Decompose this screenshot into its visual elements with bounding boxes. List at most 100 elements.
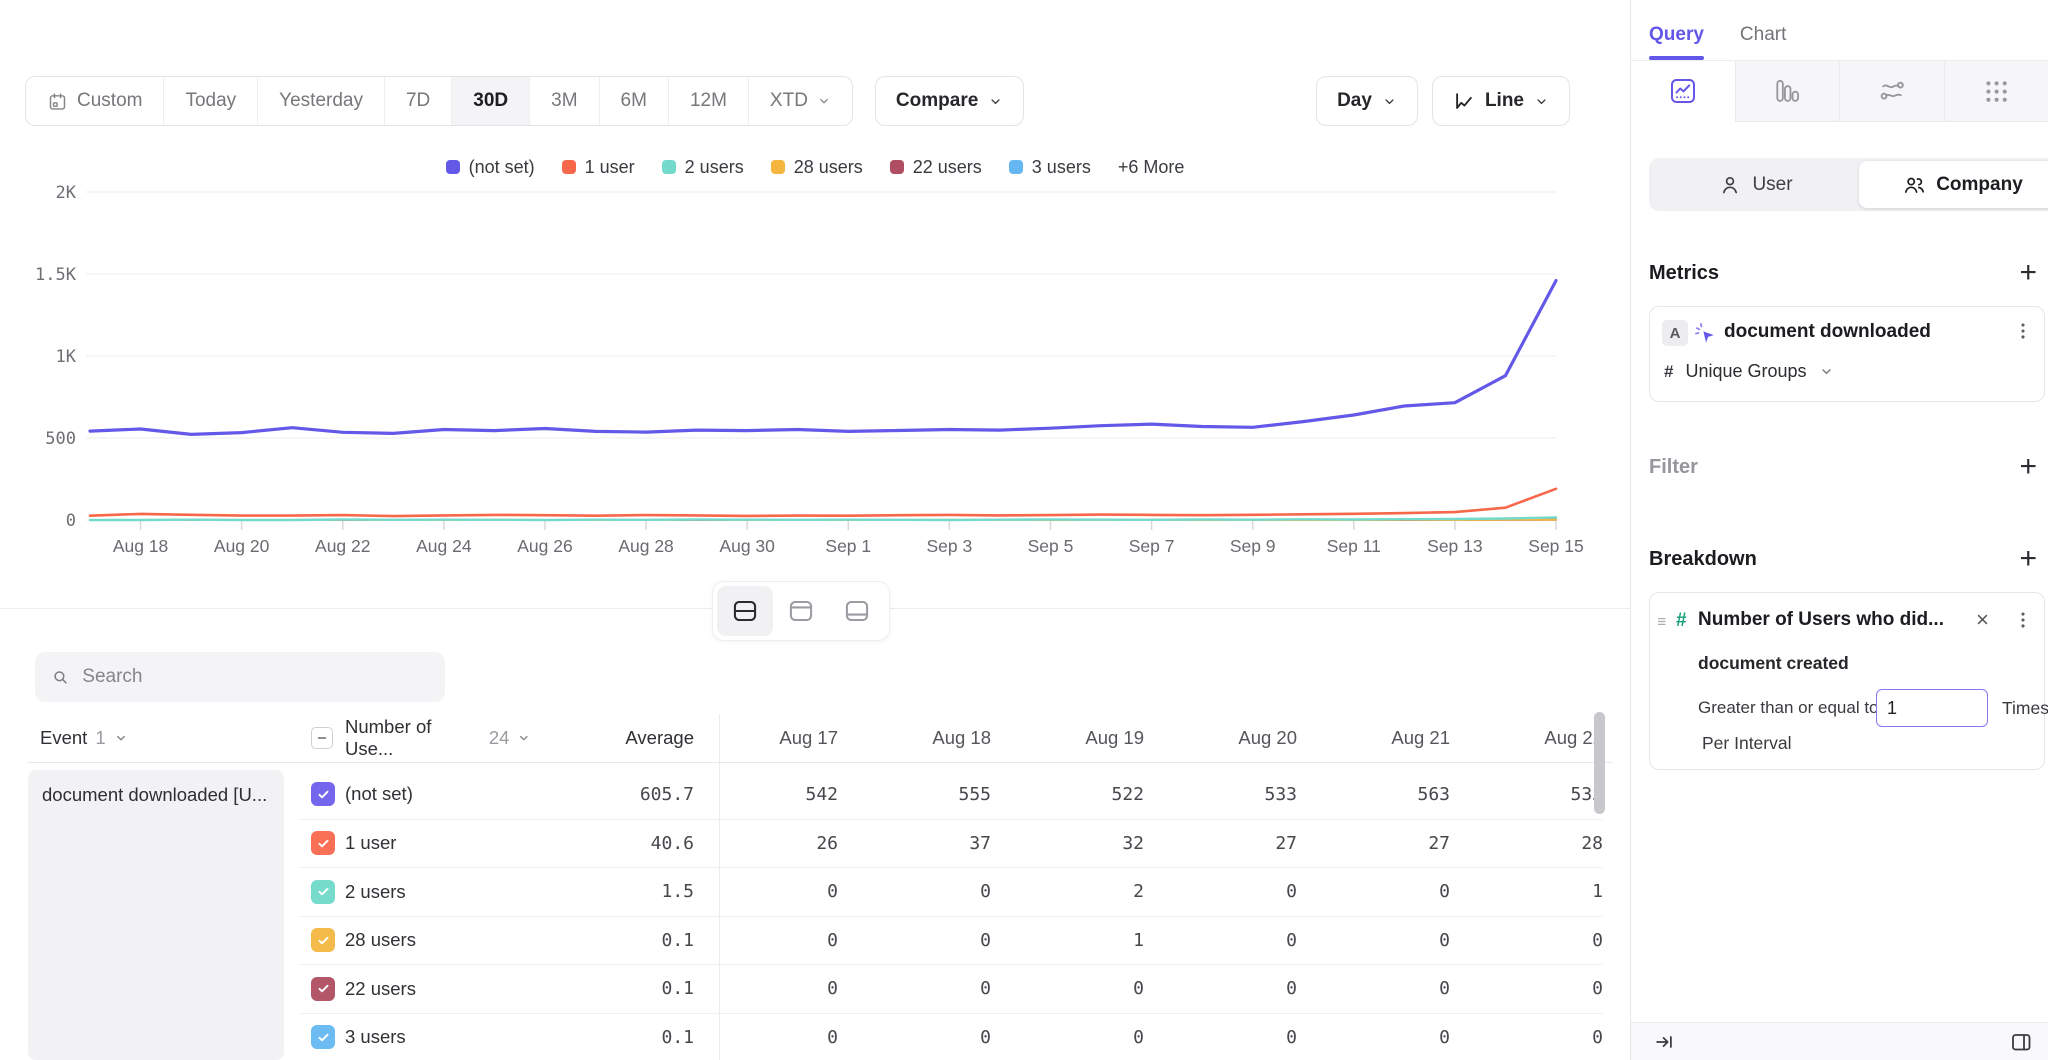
chart-style-button[interactable]: Line: [1432, 76, 1570, 126]
row-cell-value: 0: [1297, 978, 1450, 999]
row-average-value: 605.7: [531, 784, 694, 805]
series-checkbox[interactable]: [311, 782, 335, 806]
y-axis-label: 1.5K: [35, 265, 77, 285]
legend-item[interactable]: (not set): [446, 157, 535, 178]
range-custom-button[interactable]: Custom: [26, 77, 163, 125]
legend-label: 22 users: [913, 157, 982, 178]
date-column-header[interactable]: Aug 21: [1297, 727, 1450, 749]
chart-type-stickiness-tab[interactable]: [1839, 61, 1944, 122]
layout-split-view-button[interactable]: [717, 586, 773, 636]
date-column-header[interactable]: Aug 20: [1144, 727, 1297, 749]
add-filter-button[interactable]: +: [2019, 452, 2037, 482]
metric-event-name[interactable]: document downloaded: [1724, 321, 1931, 343]
layout-chart-only-button[interactable]: [773, 586, 829, 636]
range-label: Yesterday: [279, 90, 363, 112]
breakdown-count: 24: [489, 727, 510, 749]
legend-label: (not set): [469, 157, 535, 178]
x-axis-label: Aug 24: [416, 536, 472, 556]
series-line-1 user[interactable]: [90, 489, 1556, 516]
breakdown-event-name[interactable]: document created: [1698, 653, 1849, 674]
legend-more[interactable]: +6 More: [1118, 157, 1185, 178]
row-label[interactable]: 1 user: [345, 832, 531, 854]
drag-handle-icon[interactable]: [1655, 613, 1672, 630]
chart-type-more-tab[interactable]: [1944, 61, 2048, 122]
row-average-value: 0.1: [531, 1027, 694, 1048]
legend-item[interactable]: 28 users: [771, 157, 863, 178]
layout-table-only-button[interactable]: [829, 586, 885, 636]
row-cell-value: 26: [694, 833, 838, 854]
range-3m-button[interactable]: 3M: [529, 77, 598, 125]
legend-item[interactable]: 1 user: [562, 157, 635, 178]
row-label[interactable]: 2 users: [345, 881, 531, 903]
breakdown-column-header[interactable]: Number of Use... 24: [345, 716, 531, 760]
legend-swatch: [771, 160, 785, 174]
average-column-header[interactable]: Average: [531, 727, 694, 749]
collapse-panel-button[interactable]: [1653, 1031, 1675, 1053]
table-search: [35, 652, 445, 702]
row-cell-value: 0: [1144, 978, 1297, 999]
range-7d-button[interactable]: 7D: [384, 77, 451, 125]
row-label[interactable]: 3 users: [345, 1026, 531, 1048]
legend-swatch: [662, 160, 676, 174]
date-column-header[interactable]: Aug 19: [991, 727, 1144, 749]
row-cell-value: 32: [991, 833, 1144, 854]
range-xtd-button[interactable]: XTD: [748, 77, 852, 125]
range-6m-button[interactable]: 6M: [599, 77, 668, 125]
legend-item[interactable]: 2 users: [662, 157, 744, 178]
remove-breakdown-button[interactable]: [1973, 610, 1992, 629]
date-column-header[interactable]: Aug 18: [838, 727, 991, 749]
event-list-item[interactable]: document downloaded [U...: [28, 770, 284, 1060]
granularity-button[interactable]: Day: [1316, 76, 1418, 126]
row-label[interactable]: 28 users: [345, 929, 531, 951]
series-checkbox[interactable]: [311, 1025, 335, 1049]
legend-swatch: [890, 160, 904, 174]
breakdown-condition-label[interactable]: Greater than or equal to: [1698, 689, 1879, 727]
row-label[interactable]: 22 users: [345, 978, 531, 1000]
x-axis-label: Sep 13: [1427, 536, 1482, 556]
metric-measure-selector[interactable]: # Unique Groups: [1664, 361, 1834, 382]
date-column-header[interactable]: Aug 17: [694, 727, 838, 749]
range-yesterday-button[interactable]: Yesterday: [257, 77, 384, 125]
breakdown-interval-label[interactable]: Per Interval: [1702, 733, 1791, 754]
add-metric-button[interactable]: +: [2019, 258, 2037, 288]
breakdown-options-button[interactable]: [2012, 609, 2034, 631]
series-checkbox[interactable]: [311, 831, 335, 855]
breakdown-title[interactable]: Number of Users who did...: [1698, 609, 1944, 631]
scope-user-option[interactable]: User: [1652, 161, 1859, 208]
breakdown-value-input[interactable]: [1876, 689, 1988, 727]
series-checkbox[interactable]: [311, 928, 335, 952]
add-breakdown-button[interactable]: +: [2019, 544, 2037, 574]
panel-layout-button[interactable]: [2009, 1030, 2033, 1054]
x-axis-label: Aug 26: [517, 536, 572, 556]
range-30d-button[interactable]: 30D: [451, 77, 529, 125]
select-all-checkbox[interactable]: [311, 727, 333, 749]
breakdown-section-header: Breakdown +: [1649, 544, 2037, 574]
tab-chart[interactable]: Chart: [1740, 24, 1786, 60]
series-line-(not set)[interactable]: [90, 281, 1556, 435]
checkmark-icon: [316, 787, 331, 802]
metric-options-button[interactable]: [2012, 320, 2034, 342]
search-input[interactable]: [82, 666, 429, 688]
chart-type-funnel-tab[interactable]: [1735, 61, 1840, 122]
table-row: 3 users0.1000000: [300, 1013, 1603, 1060]
compare-button[interactable]: Compare: [875, 76, 1024, 126]
table-vertical-scrollbar[interactable]: [1594, 712, 1605, 814]
tab-query[interactable]: Query: [1649, 24, 1704, 60]
series-line-2 users[interactable]: [90, 517, 1556, 520]
chart-and-table-area: Custom Today Yesterday 7D30D3M6M12MXTD Comp…: [0, 0, 1630, 1060]
event-column-header[interactable]: Event 1: [40, 714, 128, 762]
checkmark-icon: [316, 836, 331, 851]
range-label: Custom: [77, 90, 142, 112]
segmentation-chart-icon: [1668, 76, 1698, 106]
scope-company-option[interactable]: Company: [1859, 161, 2048, 208]
range-today-button[interactable]: Today: [163, 77, 257, 125]
series-checkbox[interactable]: [311, 977, 335, 1001]
series-checkbox[interactable]: [311, 880, 335, 904]
legend-item[interactable]: 3 users: [1009, 157, 1091, 178]
breakdown-card: # Number of Users who did... document cr…: [1649, 592, 2045, 770]
chart-type-line-tab[interactable]: [1631, 61, 1735, 122]
date-column-header[interactable]: Aug 22: [1450, 727, 1603, 749]
row-label[interactable]: (not set): [345, 783, 531, 805]
range-12m-button[interactable]: 12M: [668, 77, 748, 125]
legend-item[interactable]: 22 users: [890, 157, 982, 178]
